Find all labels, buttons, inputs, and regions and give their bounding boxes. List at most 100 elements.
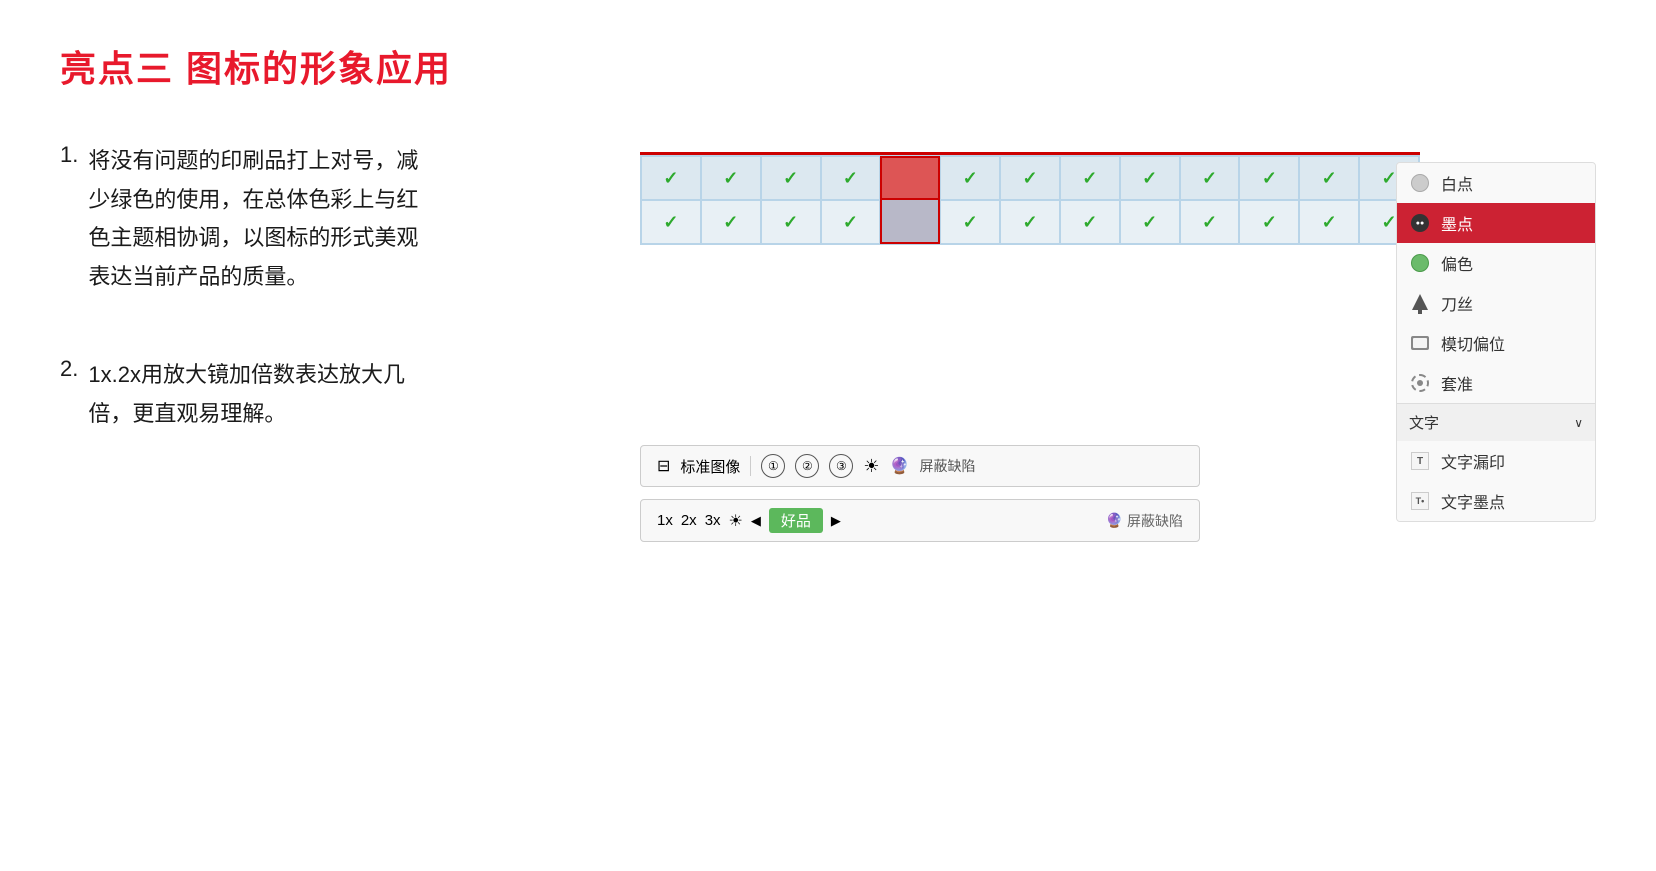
checkmark: ✓ xyxy=(1202,168,1217,189)
check-grid: ✓✓✓✓✓✓✓✓✓✓✓✓✓✓✓✓✓✓✓✓✓✓✓✓ xyxy=(640,155,1420,245)
checkmark: ✓ xyxy=(723,168,738,189)
point-2: 2. 1x.2x用放大镜加倍数表达放大几 倍，更直观易理解。 xyxy=(60,356,580,433)
checkmark: ✓ xyxy=(663,168,678,189)
menu-item-white-dot[interactable]: 白点 xyxy=(1397,163,1595,203)
sun-icon-2[interactable]: ☀ xyxy=(729,511,743,531)
checkmark: ✓ xyxy=(843,168,858,189)
text-missing-icon: T xyxy=(1409,450,1431,472)
checkmark: ✓ xyxy=(783,212,798,233)
checkmark: ✓ xyxy=(1382,212,1397,233)
menu-item-text-ink[interactable]: T• 文字墨点 xyxy=(1397,481,1595,521)
check-cell-r1-c4 xyxy=(880,156,940,200)
point-2-number: 2. xyxy=(60,356,78,433)
check-cell-r1-c3: ✓ xyxy=(821,156,881,200)
check-cell-r1-c1: ✓ xyxy=(701,156,761,200)
checkmark: ✓ xyxy=(1082,168,1097,189)
next-button[interactable]: ▶ xyxy=(831,513,841,529)
check-cell-r1-c6: ✓ xyxy=(1000,156,1060,200)
blade-icon xyxy=(1409,292,1431,314)
point-2-line2: 倍，更直观易理解。 xyxy=(88,395,405,434)
menu-item-ink-dot[interactable]: ●● 墨点 xyxy=(1397,203,1595,243)
checkmark: ✓ xyxy=(783,168,798,189)
check-cell-r2-c0: ✓ xyxy=(641,200,701,244)
menu-item-die-cut[interactable]: 模切偏位 xyxy=(1397,323,1595,363)
check-cell-r2-c4 xyxy=(880,200,940,244)
right-content: ✓✓✓✓✓✓✓✓✓✓✓✓✓✓✓✓✓✓✓✓✓✓✓✓ 白点 ●● xyxy=(640,142,1596,542)
point-1-line2: 少绿色的使用，在总体色彩上与红 xyxy=(88,181,418,220)
check-cell-r2-c7: ✓ xyxy=(1060,200,1120,244)
checkmark: ✓ xyxy=(843,212,858,233)
checkmark: ✓ xyxy=(1082,212,1097,233)
menu-item-text-ink-label: 文字墨点 xyxy=(1441,489,1505,513)
point-1-line4: 表达当前产品的质量。 xyxy=(88,258,418,297)
chevron-down-icon: ∨ xyxy=(1574,416,1583,430)
checkmark: ✓ xyxy=(1142,212,1157,233)
ink-dot-icon: ●● xyxy=(1409,212,1431,234)
check-cell-r2-c5: ✓ xyxy=(940,200,1000,244)
checkmark: ✓ xyxy=(1022,168,1037,189)
zoom-2x[interactable]: 2x xyxy=(681,512,697,529)
point-1-number: 1. xyxy=(60,142,78,296)
check-cell-r2-c8: ✓ xyxy=(1120,200,1180,244)
point-1-line1: 将没有问题的印刷品打上对号，减 xyxy=(88,142,418,181)
shield-defect-2: 🔮 屏蔽缺陷 xyxy=(1106,511,1183,531)
divider-1 xyxy=(750,456,751,476)
menu-item-register-label: 套准 xyxy=(1441,371,1473,395)
menu-item-white-dot-label: 白点 xyxy=(1441,171,1473,195)
check-cell-r1-c2: ✓ xyxy=(761,156,821,200)
zoom-bar: 1x 2x 3x ☀ ◀ 好品 ▶ 🔮 屏蔽缺陷 xyxy=(640,499,1200,542)
white-dot-icon xyxy=(1409,172,1431,194)
point-1-line3: 色主题相协调，以图标的形式美观 xyxy=(88,219,418,258)
brightness-icon[interactable]: ☀ xyxy=(863,456,879,477)
zoom-circle-1[interactable]: ① xyxy=(761,454,785,478)
checkmark: ✓ xyxy=(963,168,978,189)
check-cell-r2-c2: ✓ xyxy=(761,200,821,244)
check-cell-r2-c1: ✓ xyxy=(701,200,761,244)
check-cell-r1-c7: ✓ xyxy=(1060,156,1120,200)
toolbar-bar: ⊟ 标准图像 ① ② ③ ☀ 🔮 屏蔽缺陷 xyxy=(640,445,1200,487)
menu-item-die-cut-label: 模切偏位 xyxy=(1441,331,1505,355)
die-cut-icon xyxy=(1409,332,1431,354)
page-title: 亮点三 图标的形象应用 xyxy=(60,40,1596,92)
checkmark: ✓ xyxy=(663,212,678,233)
shield-label-2: 屏蔽缺陷 xyxy=(1127,511,1183,531)
checkmark: ✓ xyxy=(1322,212,1337,233)
register-icon xyxy=(1409,372,1431,394)
standard-image-label: 标准图像 xyxy=(680,456,740,477)
check-cell-r1-c9: ✓ xyxy=(1180,156,1240,200)
check-cell-r1-c10: ✓ xyxy=(1239,156,1299,200)
menu-item-blade[interactable]: 刀丝 xyxy=(1397,283,1595,323)
zoom-circle-3[interactable]: ③ xyxy=(829,454,853,478)
check-grid-container: ✓✓✓✓✓✓✓✓✓✓✓✓✓✓✓✓✓✓✓✓✓✓✓✓ xyxy=(640,152,1420,245)
left-content: 1. 将没有问题的印刷品打上对号，减 少绿色的使用，在总体色彩上与红 色主题相协… xyxy=(60,142,580,542)
menu-item-register[interactable]: 套准 xyxy=(1397,363,1595,403)
zoom-3x[interactable]: 3x xyxy=(705,512,721,529)
active-quality-label: 好品 xyxy=(769,508,823,533)
check-cell-r1-c0: ✓ xyxy=(641,156,701,200)
right-panel: 白点 ●● 墨点 偏色 xyxy=(1396,162,1596,522)
check-cell-r1-c8: ✓ xyxy=(1120,156,1180,200)
shield-label: 屏蔽缺陷 xyxy=(919,456,975,476)
page: 亮点三 图标的形象应用 1. 将没有问题的印刷品打上对号，减 少绿色的使用，在总… xyxy=(0,0,1656,871)
check-cell-r1-c5: ✓ xyxy=(940,156,1000,200)
menu-item-color-shift[interactable]: 偏色 xyxy=(1397,243,1595,283)
checkmark: ✓ xyxy=(1022,212,1037,233)
shield-icon-2: 🔮 xyxy=(1106,512,1123,529)
window-icon: ⊟ xyxy=(657,456,670,476)
prev-button[interactable]: ◀ xyxy=(751,513,761,529)
zoom-circle-2[interactable]: ② xyxy=(795,454,819,478)
content-area: 1. 将没有问题的印刷品打上对号，减 少绿色的使用，在总体色彩上与红 色主题相协… xyxy=(60,142,1596,542)
checkmark: ✓ xyxy=(723,212,738,233)
check-cell-r2-c10: ✓ xyxy=(1239,200,1299,244)
check-cell-r1-c11: ✓ xyxy=(1299,156,1359,200)
checkmark: ✓ xyxy=(1262,212,1277,233)
menu-item-text-missing[interactable]: T 文字漏印 xyxy=(1397,441,1595,481)
point-1: 1. 将没有问题的印刷品打上对号，减 少绿色的使用，在总体色彩上与红 色主题相协… xyxy=(60,142,580,296)
check-cell-r2-c6: ✓ xyxy=(1000,200,1060,244)
checkmark: ✓ xyxy=(1322,168,1337,189)
color-shift-icon xyxy=(1409,252,1431,274)
zoom-1x[interactable]: 1x xyxy=(657,512,673,529)
menu-section-text: 文字 ∨ xyxy=(1397,403,1595,441)
shield-mask-icon[interactable]: 🔮 xyxy=(890,456,910,476)
check-cell-r2-c11: ✓ xyxy=(1299,200,1359,244)
